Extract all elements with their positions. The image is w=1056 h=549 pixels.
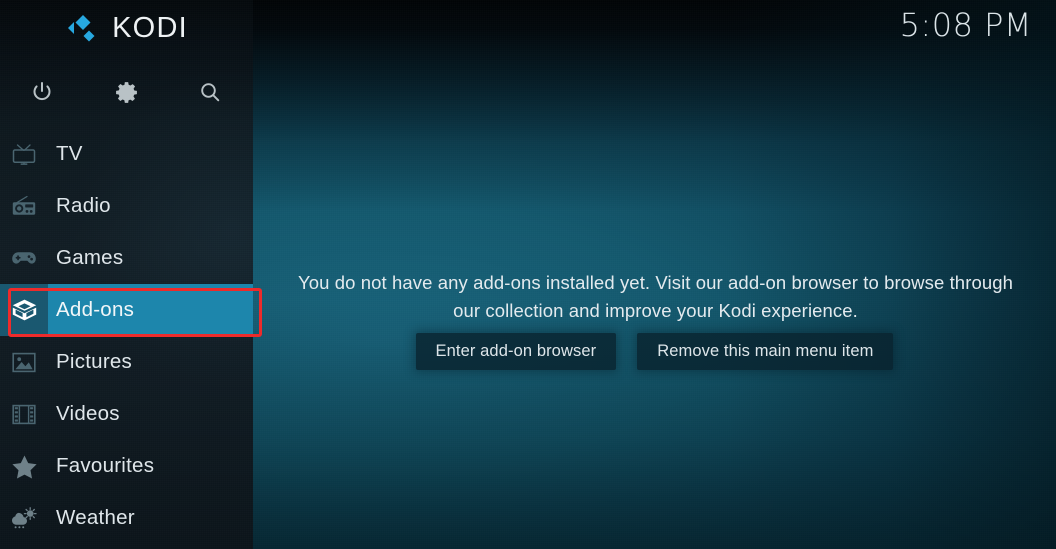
kodi-logo-icon bbox=[68, 14, 95, 41]
app-logo: KODI bbox=[0, 0, 253, 55]
kodi-home-screen: 5:08 PM You do not have any add-ons inst… bbox=[0, 0, 1056, 549]
sidebar-item-games[interactable]: Games bbox=[0, 232, 253, 284]
sidebar-item-label: Games bbox=[56, 246, 124, 269]
sidebar-item-label: Weather bbox=[56, 506, 135, 529]
sidebar-item-add-ons[interactable]: Add-ons bbox=[0, 284, 253, 336]
empty-state-message: You do not have any add-ons installed ye… bbox=[297, 272, 1014, 321]
gamepad-icon bbox=[0, 247, 48, 269]
app-logo-text: KODI bbox=[112, 12, 188, 44]
power-icon bbox=[33, 82, 51, 101]
sidebar-menu: TV Radio Games Add-ons Pictures Videos F… bbox=[0, 128, 253, 544]
enter-addon-browser-button[interactable]: Enter add-on browser bbox=[415, 333, 617, 370]
star-icon bbox=[0, 454, 48, 479]
sidebar-toolbar bbox=[0, 66, 253, 118]
addons-box-icon bbox=[0, 298, 48, 322]
radio-icon bbox=[0, 194, 48, 218]
search-button[interactable] bbox=[168, 66, 252, 118]
settings-button[interactable] bbox=[84, 66, 168, 118]
sidebar-item-label: Add-ons bbox=[56, 298, 135, 321]
picture-icon bbox=[0, 351, 48, 374]
sidebar-item-label: Pictures bbox=[56, 350, 133, 373]
filmstrip-icon bbox=[0, 403, 48, 426]
sidebar-item-label: Radio bbox=[56, 194, 111, 217]
sidebar: KODI TV Radio Games Add-ons Pictures Vid… bbox=[0, 0, 253, 549]
empty-state-actions: Enter add-on browser Remove this main me… bbox=[253, 333, 1056, 370]
remove-main-menu-item-button[interactable]: Remove this main menu item bbox=[637, 333, 894, 370]
sidebar-item-label: Videos bbox=[56, 402, 120, 425]
weather-icon bbox=[0, 506, 48, 530]
sidebar-item-tv[interactable]: TV bbox=[0, 128, 253, 180]
sidebar-item-radio[interactable]: Radio bbox=[0, 180, 253, 232]
sidebar-item-label: Favourites bbox=[56, 454, 155, 477]
sidebar-item-videos[interactable]: Videos bbox=[0, 388, 253, 440]
gear-icon bbox=[115, 81, 137, 103]
sidebar-item-favourites[interactable]: Favourites bbox=[0, 440, 253, 492]
sidebar-item-pictures[interactable]: Pictures bbox=[0, 336, 253, 388]
search-icon bbox=[201, 83, 220, 102]
sidebar-item-weather[interactable]: Weather bbox=[0, 492, 253, 544]
power-button[interactable] bbox=[0, 66, 84, 118]
sidebar-item-label: TV bbox=[56, 142, 83, 165]
tv-icon bbox=[0, 142, 48, 166]
main-content: You do not have any add-ons installed ye… bbox=[253, 0, 1056, 549]
